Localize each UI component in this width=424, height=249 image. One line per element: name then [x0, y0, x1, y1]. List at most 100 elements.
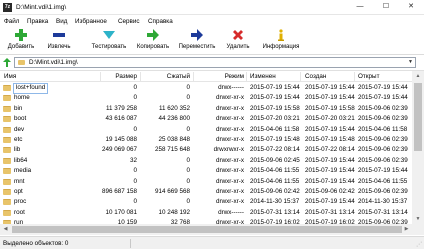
vertical-scrollbar[interactable]: ▲ ▼	[412, 71, 424, 235]
table-row[interactable]: opt 896 687 158 914 669 568 drwxr-xr-x 2015-…	[0, 187, 412, 197]
modified-cell: 2015-09-06 02:45	[250, 156, 300, 164]
address-bar: D:\Mint.vdi\1.img\ ▼	[0, 56, 424, 69]
menu-view[interactable]: Вид	[56, 17, 67, 26]
column-header-mode[interactable]: Режим	[194, 72, 244, 81]
table-row[interactable]: mnt 0 0 drwxr-xr-x 2015-04-06 11:55 2015-07-1…	[0, 177, 412, 187]
folder-icon	[3, 126, 11, 133]
created-cell: 2015-07-19 15:48	[305, 136, 355, 143]
scroll-right-icon[interactable]: ▶	[401, 224, 412, 235]
accessed-cell: 2015-07-19 15:44	[358, 167, 408, 175]
delete-button[interactable]: Удалить	[222, 28, 254, 54]
minimize-button[interactable]: —	[347, 0, 373, 14]
column-divider[interactable]	[354, 72, 355, 81]
name-cell: lib64	[14, 156, 28, 164]
extract-label: Извлечь	[47, 44, 71, 50]
menu-edit[interactable]: Правка	[27, 17, 48, 26]
created-cell: 2015-07-19 15:44	[305, 198, 355, 206]
size-cell: 0	[133, 198, 137, 206]
table-row[interactable]: proc 0 0 drwxr-xr-x 2014-11-30 15:37 2015-07-…	[0, 197, 412, 207]
size-cell: 0	[133, 167, 137, 175]
column-divider[interactable]	[300, 72, 301, 81]
chevron-down-icon[interactable]: ▼	[408, 58, 413, 67]
table-row[interactable]: boot 43 616 087 44 236 800 drwxr-xr-x 2015-0…	[0, 114, 412, 124]
column-header-packed[interactable]: Сжатый	[141, 72, 190, 81]
name-cell: root	[14, 208, 25, 216]
scroll-thumb[interactable]	[12, 226, 402, 233]
mode-cell: drwxr-xr-x	[216, 177, 244, 185]
table-row[interactable]: lost+found 0 0 drwx------ 2015-07-19 15:44 20…	[0, 83, 412, 94]
close-button[interactable]: ✕	[398, 0, 424, 14]
size-cell: 896 687 158	[101, 188, 137, 195]
test-button[interactable]: Тестировать	[88, 28, 130, 54]
modified-cell: 2015-04-06 11:55	[250, 167, 300, 175]
folder-icon	[3, 85, 11, 91]
folder-icon	[18, 60, 25, 65]
add-button[interactable]: Добавить	[2, 28, 40, 54]
table-row[interactable]: bin 11 379 258 11 620 352 drwxr-xr-x 2015-07…	[0, 104, 412, 114]
mode-cell: drwxr-xr-x	[216, 115, 244, 123]
extract-button[interactable]: Извлечь	[42, 28, 76, 54]
packed-cell: 44 236 800	[158, 115, 190, 123]
horizontal-scrollbar[interactable]: ◀ ▶	[0, 224, 412, 235]
created-cell: 2015-07-19 15:44	[305, 156, 355, 164]
copy-button[interactable]: Копировать	[132, 28, 174, 54]
accessed-cell: 2015-07-31 13:14	[358, 208, 408, 216]
address-input[interactable]: D:\Mint.vdi\1.img\ ▼	[14, 57, 416, 68]
name-cell: lib	[14, 146, 21, 154]
table-row[interactable]: lib 249 069 067 258 715 648 drwxrwxr-x 2015-…	[0, 145, 412, 155]
folder-icon	[3, 157, 11, 164]
scroll-thumb[interactable]	[414, 83, 422, 151]
table-row[interactable]: root 10 170 081 10 248 192 drwx------ 2015-0…	[0, 208, 412, 218]
packed-cell: 0	[186, 156, 190, 164]
folder-icon	[3, 168, 11, 175]
move-label: Переместить	[178, 44, 216, 50]
menu-help[interactable]: Справка	[148, 17, 173, 26]
test-icon	[103, 31, 115, 39]
folder-icon	[3, 178, 11, 185]
size-cell: 0	[133, 94, 137, 102]
resize-grip-icon[interactable]: ⋰	[416, 241, 422, 248]
created-cell: 2015-07-19 15:44	[305, 94, 355, 102]
maximize-button[interactable]: ☐	[373, 0, 399, 14]
scroll-left-icon[interactable]: ◀	[0, 224, 11, 235]
menu-tools[interactable]: Сервис	[118, 17, 140, 26]
table-row[interactable]: home 0 0 drwxr-xr-x 2015-07-19 15:44 2015-07-…	[0, 93, 412, 103]
info-icon	[278, 29, 284, 41]
file-list: Имя Размер Сжатый Режим Изменен Создан О…	[0, 70, 424, 235]
menu-file[interactable]: Файл	[4, 17, 19, 26]
table-row[interactable]: dev 0 0 drwxr-xr-x 2015-04-06 11:58 2015-07-1…	[0, 125, 412, 135]
table-row[interactable]: etc 19 145 088 25 038 848 drwxr-xr-x 2015-07…	[0, 135, 412, 145]
modified-cell: 2015-07-22 08:14	[250, 146, 300, 154]
column-header-row: Имя Размер Сжатый Режим Изменен Создан О…	[0, 71, 412, 82]
column-header-created[interactable]: Создан	[305, 72, 326, 81]
created-cell: 2015-07-19 15:58	[305, 104, 355, 112]
info-button[interactable]: Информация	[258, 28, 304, 54]
copy-icon	[147, 29, 159, 41]
mode-cell: drwxr-xr-x	[216, 198, 244, 206]
packed-cell: 0	[186, 94, 190, 102]
table-row[interactable]: lib64 32 0 drwxr-xr-x 2015-09-06 02:45 2015-0…	[0, 156, 412, 166]
packed-cell: 11 620 352	[158, 104, 190, 112]
modified-cell: 2015-07-19 15:58	[250, 104, 300, 112]
size-cell: 0	[133, 177, 137, 185]
mode-cell: drwxr-xr-x	[216, 136, 244, 143]
accessed-cell: 2015-04-06 11:58	[358, 125, 408, 133]
status-divider	[130, 239, 131, 248]
table-row[interactable]: media 0 0 drwxr-xr-x 2015-04-06 11:55 2015-07…	[0, 166, 412, 176]
scroll-down-icon[interactable]: ▼	[412, 214, 424, 225]
up-folder-icon[interactable]	[2, 58, 12, 67]
name-cell: media	[14, 167, 32, 175]
column-header-modified[interactable]: Изменен	[250, 72, 276, 81]
scroll-up-icon[interactable]: ▲	[412, 71, 424, 82]
column-header-size[interactable]: Размер	[101, 72, 137, 81]
menu-favorites[interactable]: Избранное	[75, 17, 107, 26]
column-header-accessed[interactable]: Открыт	[358, 72, 379, 81]
column-divider[interactable]	[246, 72, 247, 81]
size-cell: 19 145 088	[105, 136, 137, 143]
size-cell: 32	[129, 156, 137, 164]
move-button[interactable]: Переместить	[174, 28, 220, 54]
mode-cell: drwxrwxr-x	[213, 146, 244, 154]
name-cell: bin	[14, 104, 23, 112]
accessed-cell: 2015-09-06 02:39	[358, 188, 408, 195]
column-header-name[interactable]: Имя	[4, 72, 16, 81]
